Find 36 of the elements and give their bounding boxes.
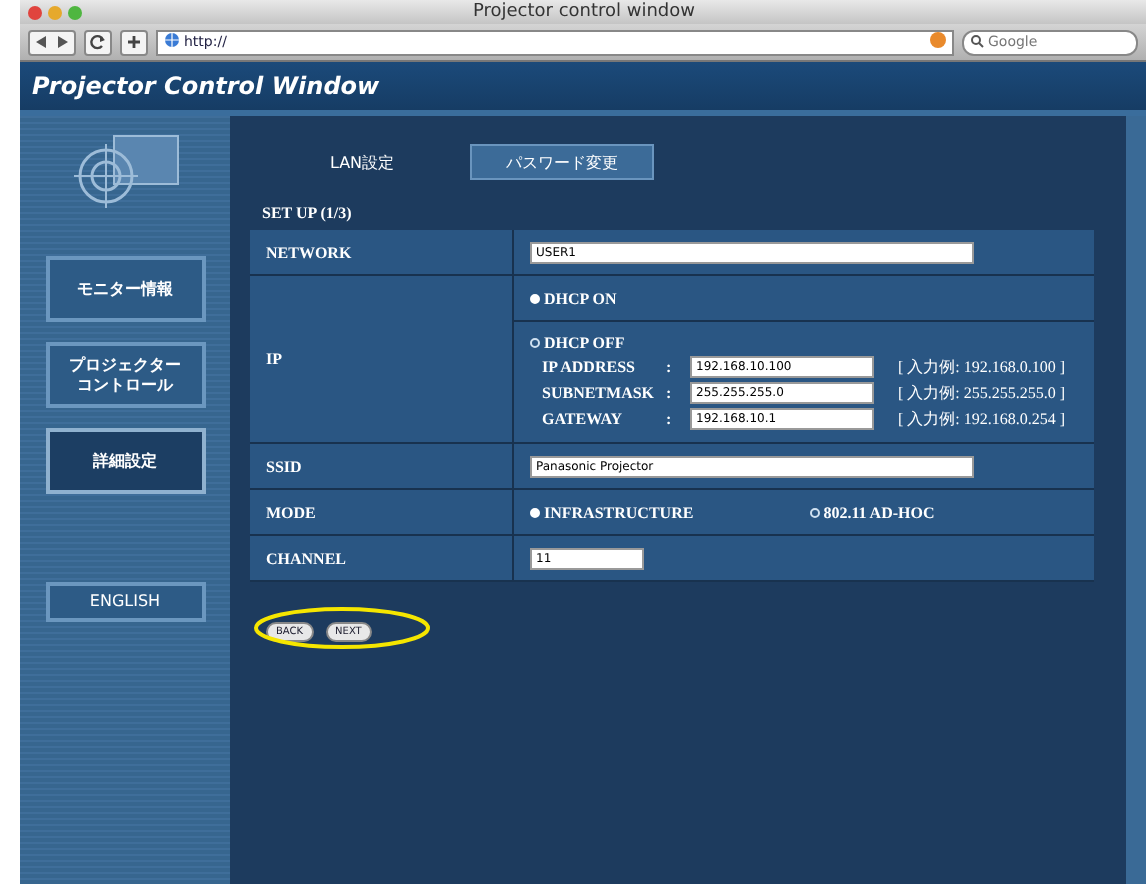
feed-icon[interactable]	[930, 32, 946, 52]
separator: :	[666, 358, 674, 376]
globe-icon	[164, 32, 180, 52]
tab[interactable]: パスワード変更	[470, 144, 654, 180]
field-label: IP ADDRESS	[542, 358, 637, 376]
section-title: SET UP (1/3)	[262, 204, 354, 222]
plus-icon	[126, 34, 142, 50]
field-label: SUBNETMASK	[542, 384, 657, 402]
search-icon	[970, 33, 984, 51]
row-label: MODE	[250, 490, 514, 534]
radio-label: DHCP ON	[544, 289, 617, 307]
sidebar-button[interactable]: ENGLISH	[45, 582, 205, 622]
row-label: SSID	[250, 444, 514, 488]
separator: :	[666, 410, 674, 428]
window-title: Projector control window	[470, 2, 698, 22]
add-bookmark-button[interactable]	[120, 29, 148, 55]
field-label: GATEWAY	[542, 410, 625, 428]
example-hint: [ 入力例: 255.255.255.0 ]	[898, 382, 1066, 404]
close-light-icon[interactable]	[28, 5, 42, 19]
page-title: Projector Control Window	[32, 72, 380, 100]
back-forward-button[interactable]	[28, 29, 76, 55]
sidebar-button[interactable]: モニター情報	[45, 256, 205, 322]
reload-icon	[90, 34, 106, 50]
arrows-icon	[34, 34, 70, 50]
row-label: NETWORK	[250, 230, 514, 274]
row-label: CHANNEL	[250, 536, 514, 580]
sidebar-button[interactable]: 詳細設定	[45, 428, 205, 494]
radio-button-icon[interactable]	[809, 507, 820, 517]
row-label: IP	[250, 276, 514, 442]
example-hint: [ 入力例: 192.168.0.100 ]	[898, 356, 1066, 378]
example-hint: [ 入力例: 192.168.0.254 ]	[898, 408, 1066, 430]
sidebar-button[interactable]: プロジェクター コントロール	[45, 342, 205, 408]
reload-button[interactable]	[84, 29, 112, 55]
radio-button-icon[interactable]	[530, 338, 540, 348]
radio-option[interactable]: DHCP ON	[530, 289, 617, 307]
separator: :	[666, 384, 674, 402]
